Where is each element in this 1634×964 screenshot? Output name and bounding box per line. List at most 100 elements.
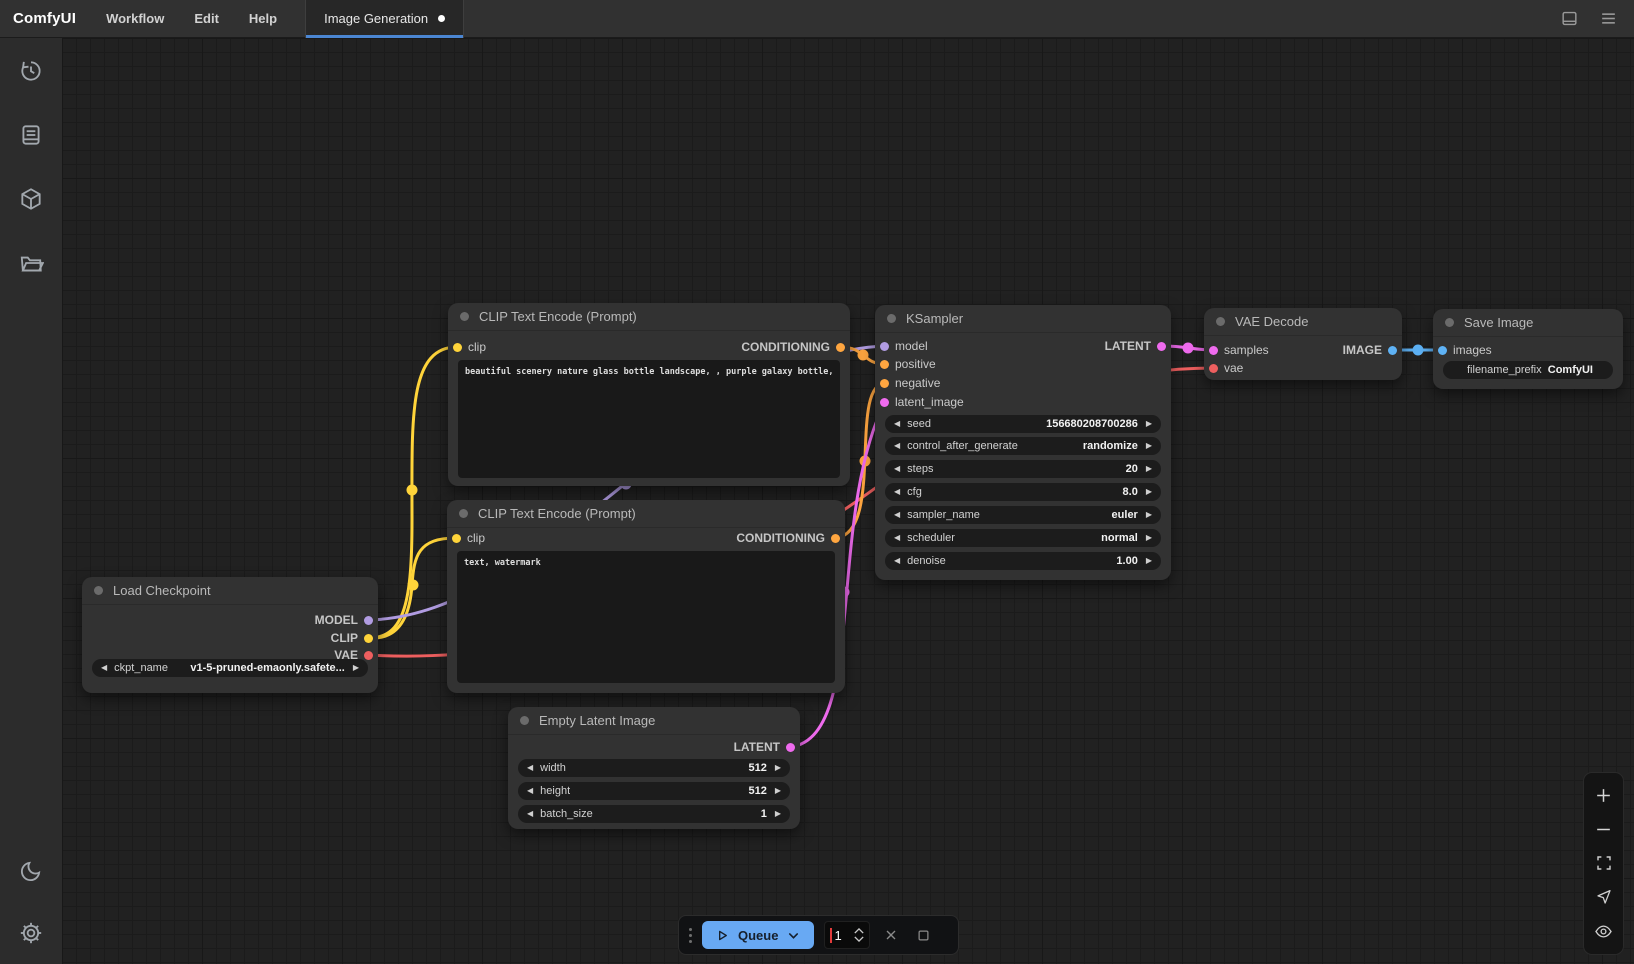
increment-arrow-icon[interactable]: ▶	[1146, 420, 1152, 428]
hamburger-menu-icon[interactable]	[1599, 9, 1618, 28]
widget-batch_size[interactable]: ◀batch_size1▶	[518, 805, 790, 823]
stop-square-icon[interactable]	[912, 928, 934, 943]
decrement-arrow-icon[interactable]: ◀	[527, 810, 533, 818]
widget-denoise[interactable]: ◀denoise1.00▶	[885, 552, 1161, 570]
node-header-load-checkpoint[interactable]: Load Checkpoint	[82, 577, 378, 605]
node-clip-text-encode-positive[interactable]: CLIP Text Encode (Prompt)clipCONDITIONIN…	[448, 303, 850, 486]
spinner-down-icon[interactable]	[854, 936, 864, 942]
node-vae-decode[interactable]: VAE DecodesamplesvaeIMAGE	[1204, 308, 1402, 380]
decrement-arrow-icon[interactable]: ◀	[527, 787, 533, 795]
node-save-image[interactable]: Save Imageimagesfilename_prefixComfyUI	[1433, 309, 1623, 389]
menu-workflow[interactable]: Workflow	[106, 11, 164, 26]
input-port-samples[interactable]	[1209, 346, 1218, 355]
collapse-dot-icon[interactable]	[1216, 317, 1225, 326]
node-header-empty-latent-image[interactable]: Empty Latent Image	[508, 707, 800, 735]
queue-run-button[interactable]: Queue	[702, 921, 814, 949]
increment-arrow-icon[interactable]: ▶	[1146, 488, 1152, 496]
output-port-VAE[interactable]	[364, 651, 373, 660]
clear-queue-x-icon[interactable]	[880, 927, 902, 943]
bottom-panel-icon[interactable]	[1560, 9, 1579, 28]
output-port-CLIP[interactable]	[364, 634, 373, 643]
widget-cfg[interactable]: ◀cfg8.0▶	[885, 483, 1161, 501]
output-port-LATENT[interactable]	[1157, 342, 1166, 351]
widget-width[interactable]: ◀width512▶	[518, 759, 790, 777]
toggle-visibility-eye-icon[interactable]	[1592, 919, 1616, 943]
input-port-latent_image[interactable]	[880, 398, 889, 407]
chevron-down-icon	[786, 928, 801, 943]
input-port-negative[interactable]	[880, 379, 889, 388]
node-graph-canvas[interactable]	[62, 38, 1634, 964]
output-port-MODEL[interactable]	[364, 616, 373, 625]
decrement-arrow-icon[interactable]: ◀	[101, 664, 107, 672]
prompt-textarea[interactable]: text, watermark	[457, 551, 835, 683]
collapse-dot-icon[interactable]	[1445, 318, 1454, 327]
workflows-folder-icon[interactable]	[14, 246, 48, 280]
increment-arrow-icon[interactable]: ▶	[775, 787, 781, 795]
output-port-CONDITIONING[interactable]	[836, 343, 845, 352]
menu-edit[interactable]: Edit	[194, 11, 219, 26]
widget-control_after_generate[interactable]: ◀control_after_generaterandomize▶	[885, 437, 1161, 455]
increment-arrow-icon[interactable]: ▶	[353, 664, 359, 672]
theme-toggle-moon-icon[interactable]	[14, 854, 48, 888]
increment-arrow-icon[interactable]: ▶	[775, 810, 781, 818]
decrement-arrow-icon[interactable]: ◀	[894, 465, 900, 473]
node-header-clip-text-encode-positive[interactable]: CLIP Text Encode (Prompt)	[448, 303, 850, 331]
decrement-arrow-icon[interactable]: ◀	[894, 420, 900, 428]
output-port-IMAGE[interactable]	[1388, 346, 1397, 355]
tab-image-generation[interactable]: Image Generation	[305, 0, 464, 38]
node-load-checkpoint[interactable]: Load CheckpointMODELCLIPVAE◀ckpt_namev1-…	[82, 577, 378, 693]
node-header-vae-decode[interactable]: VAE Decode	[1204, 308, 1402, 336]
increment-arrow-icon[interactable]: ▶	[1146, 511, 1152, 519]
collapse-dot-icon[interactable]	[94, 586, 103, 595]
widget-seed[interactable]: ◀seed156680208700286▶	[885, 415, 1161, 433]
decrement-arrow-icon[interactable]: ◀	[894, 488, 900, 496]
output-port-LATENT[interactable]	[786, 743, 795, 752]
input-port-vae[interactable]	[1209, 364, 1218, 373]
decrement-arrow-icon[interactable]: ◀	[527, 764, 533, 772]
drag-handle-icon[interactable]	[689, 928, 692, 943]
collapse-dot-icon[interactable]	[520, 716, 529, 725]
increment-arrow-icon[interactable]: ▶	[1146, 442, 1152, 450]
decrement-arrow-icon[interactable]: ◀	[894, 442, 900, 450]
batch-count-input[interactable]: 1	[824, 921, 870, 949]
decrement-arrow-icon[interactable]: ◀	[894, 511, 900, 519]
collapse-dot-icon[interactable]	[459, 509, 468, 518]
widget-height[interactable]: ◀height512▶	[518, 782, 790, 800]
fit-view-icon[interactable]	[1592, 851, 1616, 875]
increment-arrow-icon[interactable]: ▶	[1146, 534, 1152, 542]
widget-filename_prefix[interactable]: filename_prefixComfyUI	[1443, 361, 1613, 379]
node-header-save-image[interactable]: Save Image	[1433, 309, 1623, 337]
zoom-in-icon[interactable]	[1592, 784, 1616, 808]
increment-arrow-icon[interactable]: ▶	[775, 764, 781, 772]
settings-gear-icon[interactable]	[14, 916, 48, 950]
spinner-up-icon[interactable]	[854, 928, 864, 934]
decrement-arrow-icon[interactable]: ◀	[894, 534, 900, 542]
decrement-arrow-icon[interactable]: ◀	[894, 557, 900, 565]
node-header-clip-text-encode-negative[interactable]: CLIP Text Encode (Prompt)	[447, 500, 845, 528]
increment-arrow-icon[interactable]: ▶	[1146, 465, 1152, 473]
widget-sampler_name[interactable]: ◀sampler_nameeuler▶	[885, 506, 1161, 524]
widget-steps[interactable]: ◀steps20▶	[885, 460, 1161, 478]
node-empty-latent-image[interactable]: Empty Latent ImageLATENT◀width512▶◀heigh…	[508, 707, 800, 829]
zoom-out-icon[interactable]	[1592, 818, 1616, 842]
input-port-clip[interactable]	[453, 343, 462, 352]
node-header-ksampler[interactable]: KSampler	[875, 305, 1171, 333]
widget-ckpt_name[interactable]: ◀ckpt_namev1-5-pruned-emaonly.safete...▶	[92, 659, 368, 677]
input-port-positive[interactable]	[880, 360, 889, 369]
prompt-textarea[interactable]: beautiful scenery nature glass bottle la…	[458, 360, 840, 478]
input-port-model[interactable]	[880, 342, 889, 351]
node-ksampler[interactable]: KSamplermodelpositivenegativelatent_imag…	[875, 305, 1171, 580]
select-mode-cursor-icon[interactable]	[1592, 885, 1616, 909]
input-port-images[interactable]	[1438, 346, 1447, 355]
input-port-clip[interactable]	[452, 534, 461, 543]
output-port-CONDITIONING[interactable]	[831, 534, 840, 543]
widget-scheduler[interactable]: ◀schedulernormal▶	[885, 529, 1161, 547]
node-clip-text-encode-negative[interactable]: CLIP Text Encode (Prompt)clipCONDITIONIN…	[447, 500, 845, 693]
increment-arrow-icon[interactable]: ▶	[1146, 557, 1152, 565]
history-icon[interactable]	[14, 54, 48, 88]
queue-icon[interactable]	[14, 118, 48, 152]
node-library-icon[interactable]	[14, 182, 48, 216]
menu-help[interactable]: Help	[249, 11, 277, 26]
collapse-dot-icon[interactable]	[887, 314, 896, 323]
collapse-dot-icon[interactable]	[460, 312, 469, 321]
